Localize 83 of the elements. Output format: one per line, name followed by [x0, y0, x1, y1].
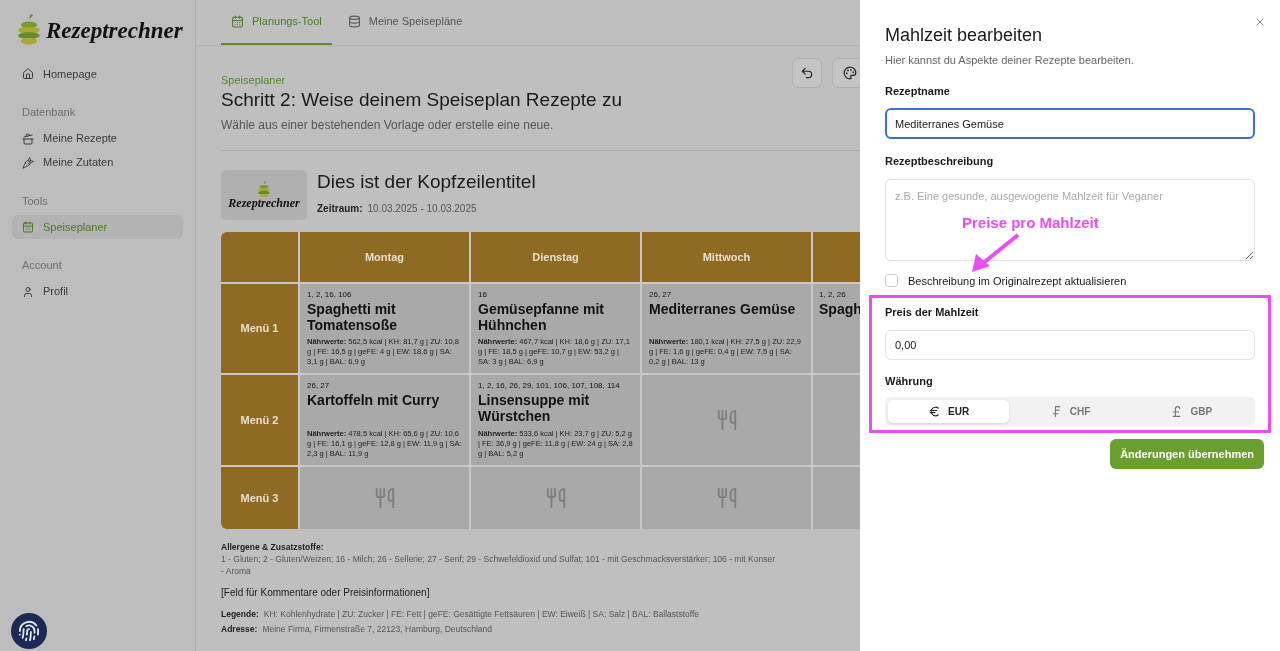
menu-row-label: Menü 3: [221, 467, 298, 529]
sidebar-item[interactable]: Meine Zutaten: [12, 150, 183, 175]
allergen-codes: 1, 2, 16, 26, 29, 101, 106, 107, 108, 114: [478, 381, 621, 391]
meal-name: Linsensuppe mit Würstchen: [478, 392, 591, 424]
fingerprint-button[interactable]: [11, 613, 47, 649]
sidebar-item[interactable]: Profil: [12, 279, 183, 304]
plan-logo-text: Rezeptrechner: [228, 197, 300, 210]
utensils-icon: [373, 487, 396, 509]
allergens-text: 1 - Gluten; 2 - Gluten/Weizen; 16 - Milch; 26 - Sellerie; 27 - Senf; 29 - Schwefeldioxid und Sulfat; 101 - mit Geschmacksverstärker; 106 - mit Konser: [221, 553, 775, 565]
currency-option[interactable]: CHF: [1009, 400, 1131, 423]
meal-name: Kartoffeln mit Curry: [307, 392, 441, 408]
recipe-name-input[interactable]: Mediterranes Gemüse: [885, 108, 1255, 139]
checkbox-label: Beschreibung im Originalrezept aktualisieren: [908, 273, 1127, 289]
address-text: Meine Firma, Firmenstraße 7, 22123, Hamburg, Deutschland: [262, 623, 492, 635]
annotation-arrow: [970, 232, 1022, 274]
empty-cell[interactable]: [300, 467, 469, 529]
field-label: Preis der Mahlzeit: [885, 305, 980, 320]
allergen-codes: 26, 27: [307, 381, 331, 391]
plan-title: Dies ist der Kopfzeilentitel: [317, 170, 536, 194]
meal-name: Spaghetti mit Tomatensoße: [307, 301, 398, 333]
close-button[interactable]: [1254, 16, 1266, 28]
page-title: Schritt 2: Weise deinem Speiseplan Rezepte zu: [221, 88, 622, 112]
sidebar-section-label: Tools: [21, 193, 48, 209]
save-changes-button[interactable]: Änderungen übernehmen: [1110, 439, 1264, 469]
period-label: Zeitraum:: [317, 202, 363, 216]
sidebar-item-icon: [22, 132, 34, 145]
field-label: Rezeptbeschreibung: [885, 154, 995, 169]
currency-option[interactable]: EUR: [888, 400, 1010, 423]
currency-icon: [928, 405, 942, 418]
meal-cell[interactable]: 1, 2, 26 Spagh: [813, 284, 860, 373]
allergen-codes: 16: [478, 290, 488, 300]
menu-row-label: Menü 2: [221, 375, 298, 465]
checkbox[interactable]: [885, 274, 898, 288]
allergen-codes: 1, 2, 26: [819, 290, 847, 300]
sidebar-item-icon: [22, 285, 34, 298]
allergen-codes: 1, 2, 16, 106: [307, 290, 353, 300]
sidebar-section-label: Datenbank: [21, 105, 76, 120]
tab-icon: [347, 14, 361, 28]
tab-icon: [231, 14, 244, 28]
period-value: 10.03.2025 - 10.03.2025: [367, 202, 477, 216]
fingerprint-icon: [18, 620, 40, 642]
sidebar-item-icon: [22, 68, 34, 80]
legend-label: Legende:: [221, 608, 259, 620]
sidebar-item[interactable]: Homepage: [12, 62, 183, 86]
undo-icon: [800, 66, 814, 80]
day-header: Dienstag: [471, 232, 640, 282]
menu-row-label: Menü 1: [221, 284, 298, 373]
meal-name: Mediterranes Gemüse: [649, 301, 797, 317]
dialog-description: Hier kannst du Aspekte deiner Rezepte bearbeiten.: [885, 53, 1135, 68]
field-label: Währung: [885, 373, 934, 389]
allergens-text: - Aroma: [221, 565, 251, 577]
undo-button[interactable]: [792, 58, 822, 88]
apple-logo-icon: [16, 14, 42, 46]
app-logo-text: Rezeptrechner: [46, 18, 183, 42]
utensils-icon: [544, 487, 567, 509]
meal-name: Spagh: [819, 301, 860, 317]
price-input[interactable]: 0,00: [885, 329, 1255, 360]
palette-icon: [843, 66, 857, 80]
apple-logo-icon: [257, 180, 271, 198]
empty-cell[interactable]: [642, 375, 811, 465]
allergens-heading: Allergene & Zusatzstoffe:: [221, 541, 324, 553]
comment-field: [Feld für Kommentare oder Preisinformationen]: [221, 587, 430, 599]
sidebar-item-icon: [22, 221, 34, 233]
empty-cell[interactable]: [642, 467, 811, 529]
day-header: Mittwoch: [642, 232, 811, 282]
annotation-text: Preise pro Mahlzeit: [962, 213, 1099, 233]
address-label: Adresse:: [221, 623, 258, 635]
sidebar-section-label: Account: [21, 258, 62, 273]
currency-option[interactable]: GBP: [1130, 400, 1252, 423]
close-icon: [1254, 16, 1266, 28]
tab[interactable]: Meine Speisepläne: [337, 0, 473, 45]
sidebar-item[interactable]: Meine Rezepte: [12, 126, 183, 151]
dialog-title: Mahlzeit bearbeiten: [885, 24, 1044, 46]
meal-name: Gemüsepfanne mit Hühnchen: [478, 301, 606, 333]
page-subtitle: Wähle aus einer bestehenden Vorlage oder erstelle eine neue.: [221, 117, 555, 134]
day-header: Montag: [300, 232, 469, 282]
utensils-icon: [715, 487, 738, 509]
empty-cell[interactable]: [471, 467, 640, 529]
allergen-codes: 26, 27: [649, 290, 673, 300]
legend-text: KH: Kohlenhydrate | ZU: Zucker | FE: Fett | geFE: Gesättigte Fettsäuren | EW: Eiweiß | SA: Salz | BAL: Ballaststoffe: [263, 608, 700, 620]
sidebar-item-icon: [22, 156, 34, 169]
field-label: Rezeptname: [885, 83, 951, 99]
utensils-icon: [715, 409, 738, 431]
